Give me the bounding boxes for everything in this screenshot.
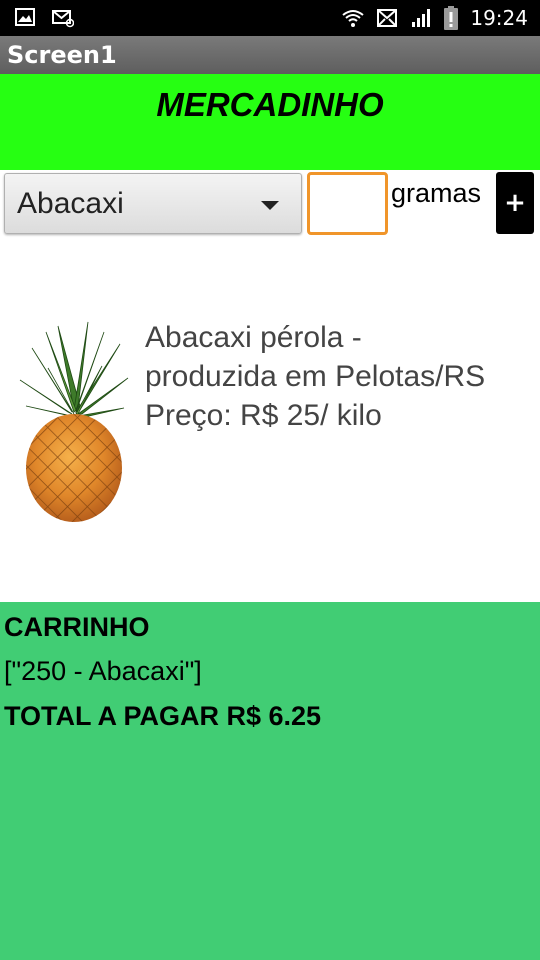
product-origin-line: produzida em Pelotas/RS — [145, 360, 486, 393]
header-banner: MERCADINHO — [0, 74, 540, 170]
add-to-cart-button[interactable]: + — [496, 172, 534, 234]
cart-panel: CARRINHO ["250 - Abacaxi"] TOTAL A PAGAR… — [0, 602, 540, 960]
store-title: MERCADINHO — [156, 86, 384, 123]
product-price-line: Preço: R$ 25/ kilo — [145, 399, 382, 432]
screen-title: Screen1 — [7, 41, 117, 69]
app-title-bar: Screen1 — [0, 36, 540, 74]
cart-total: TOTAL A PAGAR R$ 6.25 — [4, 701, 322, 731]
dropdown-arrow-icon — [261, 201, 279, 210]
product-spinner[interactable]: Abacaxi — [4, 173, 302, 234]
cart-items: ["250 - Abacaxi"] — [4, 656, 202, 686]
signal-icon — [412, 9, 431, 27]
product-name-line: Abacaxi pérola - — [145, 321, 362, 354]
mail-icon — [52, 10, 74, 28]
product-spinner-value: Abacaxi — [17, 187, 124, 220]
image-icon — [15, 8, 35, 26]
wifi-icon — [342, 10, 364, 27]
notification-icons — [14, 6, 74, 28]
unit-label: gramas — [391, 178, 482, 208]
email-icon — [377, 9, 398, 27]
status-bar: 19:24 — [0, 0, 540, 36]
system-icons: 19:24 — [342, 5, 528, 31]
pineapple-image — [19, 321, 129, 522]
alert-icon — [449, 12, 453, 22]
battery-icon — [444, 6, 459, 30]
product-description: Abacaxi pérola - produzida em Pelotas/RS… — [145, 318, 535, 435]
cart-title: CARRINHO — [4, 612, 150, 642]
quantity-input[interactable] — [307, 172, 388, 235]
status-time: 19:24 — [470, 6, 528, 30]
